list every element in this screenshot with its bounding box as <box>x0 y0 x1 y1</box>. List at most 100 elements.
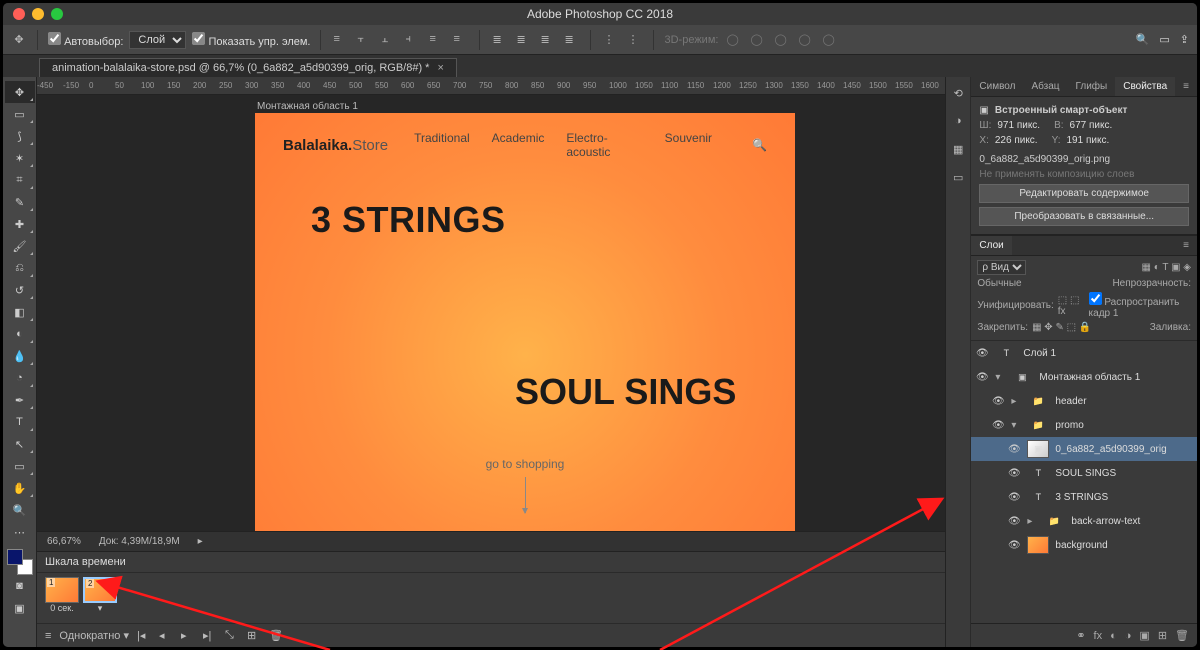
layer-row[interactable]: 👁▾▣Монтажная область 1 <box>971 365 1197 389</box>
width-value[interactable]: 971 пикс. <box>997 120 1040 131</box>
color-swatches[interactable] <box>7 549 33 575</box>
close-icon[interactable]: × <box>437 62 443 74</box>
artboard[interactable]: Balalaika.Store TraditionalAcademicElect… <box>255 113 795 531</box>
y-value[interactable]: 191 пикс. <box>1067 135 1110 146</box>
document-tab[interactable]: animation-balalaika-store.psd @ 66,7% (0… <box>39 58 457 77</box>
chevron-right-icon[interactable]: ▸ <box>198 536 203 547</box>
zoom-tool[interactable]: 🔍 <box>5 499 35 521</box>
blend-mode-dropdown[interactable]: Обычные <box>977 278 1021 289</box>
brush-tool[interactable]: 🖌 <box>5 235 35 257</box>
tab-glyphs[interactable]: Глифы <box>1068 77 1116 96</box>
layer-row[interactable]: 👁▣0_6a882_a5d90399_orig <box>971 437 1197 461</box>
mask-icon[interactable]: ◐ <box>1110 630 1117 642</box>
visibility-toggle[interactable]: 👁 <box>1007 516 1021 527</box>
crop-tool[interactable]: ⌗ <box>5 169 35 191</box>
layer-row[interactable]: 👁▾📁promo <box>971 413 1197 437</box>
pen-tool[interactable]: ✒ <box>5 389 35 411</box>
zoom-level[interactable]: 66,67% <box>47 536 81 547</box>
lasso-tool[interactable]: ⟆ <box>5 125 35 147</box>
height-value[interactable]: 677 пикс. <box>1070 120 1113 131</box>
healing-tool[interactable]: ✚ <box>5 213 35 235</box>
visibility-toggle[interactable]: 👁 <box>1007 492 1021 503</box>
play-button[interactable]: ▸ <box>181 629 195 643</box>
search-icon[interactable]: 🔍 <box>1136 33 1150 46</box>
shape-tool[interactable]: ▭ <box>5 455 35 477</box>
distribute-icon[interactable]: ⋮ <box>627 33 641 47</box>
gradient-tool[interactable]: ◐ <box>5 323 35 345</box>
visibility-toggle[interactable]: 👁 <box>1007 468 1021 479</box>
swatches-panel-icon[interactable]: ▦ <box>948 139 968 159</box>
layer-row[interactable]: 👁TСлой 1 <box>971 341 1197 365</box>
foreground-swatch[interactable] <box>7 549 23 565</box>
align-icon[interactable]: ⫟ <box>357 33 371 47</box>
visibility-toggle[interactable]: 👁 <box>975 348 989 359</box>
dodge-tool[interactable]: ◔ <box>5 367 35 389</box>
layer-filter-dropdown[interactable]: ρ Вид <box>977 260 1026 275</box>
hand-tool[interactable]: ✋ <box>5 477 35 499</box>
color-panel-icon[interactable]: ◑ <box>948 111 968 131</box>
screen-mode-toggle[interactable]: ▣ <box>5 597 35 619</box>
align-icon[interactable]: ≡ <box>453 33 467 47</box>
new-layer-icon[interactable]: ⊞ <box>1158 629 1167 642</box>
new-frame-button[interactable]: ⊞ <box>247 629 261 643</box>
eyedropper-tool[interactable]: ✎ <box>5 191 35 213</box>
prev-frame-button[interactable]: ◂ <box>159 629 173 643</box>
libraries-panel-icon[interactable]: ▭ <box>948 167 968 187</box>
delete-layer-icon[interactable]: 🗑 <box>1175 629 1189 642</box>
quick-select-tool[interactable]: ✶ <box>5 147 35 169</box>
tab-character[interactable]: Символ <box>971 77 1023 96</box>
doc-info[interactable]: Док: 4,39M/18,9M <box>99 536 180 547</box>
timeline-frame[interactable]: 2 ▾ <box>83 577 117 614</box>
visibility-toggle[interactable]: 👁 <box>1007 444 1021 455</box>
timeline-frame[interactable]: 1 0 сек. <box>45 577 79 613</box>
layer-row[interactable]: 👁TSOUL SINGS <box>971 461 1197 485</box>
distribute-icon[interactable]: ≣ <box>516 33 530 47</box>
share-icon[interactable]: ⇪ <box>1180 33 1189 46</box>
group-icon[interactable]: ▣ <box>1139 629 1149 642</box>
align-icon[interactable]: ⫞ <box>405 33 419 47</box>
layer-row[interactable]: 👁▸📁back-arrow-text <box>971 509 1197 533</box>
history-brush-tool[interactable]: ↺ <box>5 279 35 301</box>
distribute-icon[interactable]: ⋮ <box>603 33 617 47</box>
more-tools[interactable]: ⋯ <box>5 521 35 543</box>
edit-contents-button[interactable]: Редактировать содержимое <box>979 184 1189 203</box>
link-layers-icon[interactable]: ⚭ <box>1076 629 1085 642</box>
history-panel-icon[interactable]: ⟲ <box>948 83 968 103</box>
first-frame-button[interactable]: |◂ <box>137 629 151 643</box>
path-tool[interactable]: ↖ <box>5 433 35 455</box>
auto-select-dropdown[interactable]: Слой <box>129 31 186 49</box>
propagate-checkbox[interactable]: Распространить кадр 1 <box>1089 292 1191 319</box>
delete-frame-button[interactable]: 🗑 <box>269 629 283 643</box>
align-icon[interactable]: ⫠ <box>381 33 395 47</box>
tab-paragraph[interactable]: Абзац <box>1023 77 1067 96</box>
stamp-tool[interactable]: ⎌ <box>5 257 35 279</box>
visibility-toggle[interactable]: 👁 <box>991 396 1005 407</box>
document-viewport[interactable]: Монтажная область 1 Balalaika.Store Trad… <box>37 95 945 531</box>
move-tool[interactable]: ✥ <box>5 81 35 103</box>
tab-properties[interactable]: Свойства <box>1115 77 1175 96</box>
show-transform-checkbox[interactable]: Показать упр. элем. <box>192 32 310 48</box>
fx-icon[interactable]: fx <box>1094 630 1103 642</box>
align-icon[interactable]: ≡ <box>429 33 443 47</box>
convert-linked-button[interactable]: Преобразовать в связанные... <box>979 207 1189 226</box>
visibility-toggle[interactable]: 👁 <box>975 372 989 383</box>
artboard-label[interactable]: Монтажная область 1 <box>257 101 358 112</box>
visibility-toggle[interactable]: 👁 <box>1007 540 1021 551</box>
panel-menu-icon[interactable]: ≡ <box>1175 236 1197 255</box>
next-frame-button[interactable]: ▸| <box>203 629 217 643</box>
timeline-menu-icon[interactable]: ≡ <box>45 630 51 642</box>
auto-select-checkbox[interactable]: Автовыбор: <box>48 32 123 48</box>
distribute-icon[interactable]: ≣ <box>564 33 578 47</box>
layer-row[interactable]: 👁background <box>971 533 1197 557</box>
blur-tool[interactable]: 💧 <box>5 345 35 367</box>
type-tool[interactable]: T <box>5 411 35 433</box>
quick-mask-toggle[interactable]: ◙ <box>5 575 35 597</box>
distribute-icon[interactable]: ≣ <box>540 33 554 47</box>
layer-row[interactable]: 👁▸📁header <box>971 389 1197 413</box>
adjustment-icon[interactable]: ◑ <box>1125 630 1132 642</box>
workspace-icon[interactable]: ▭ <box>1159 33 1169 46</box>
align-icon[interactable]: ≡ <box>333 33 347 47</box>
panel-menu-icon[interactable]: ≡ <box>1175 77 1197 96</box>
eraser-tool[interactable]: ◧ <box>5 301 35 323</box>
layer-row[interactable]: 👁T3 STRINGS <box>971 485 1197 509</box>
